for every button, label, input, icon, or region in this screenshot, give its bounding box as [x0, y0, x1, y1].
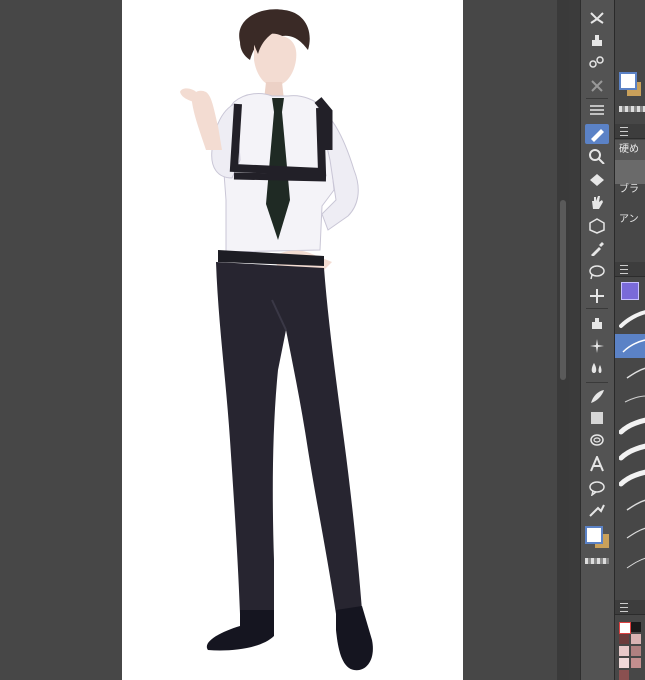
- transparent-color-chip[interactable]: [585, 558, 609, 564]
- text-icon[interactable]: [585, 454, 609, 474]
- ruler-icon[interactable]: [585, 500, 609, 520]
- character-illustration: [180, 9, 373, 671]
- brush-group-label: 硬め: [619, 144, 639, 155]
- object-icon[interactable]: [585, 216, 609, 236]
- brush-stroke-4[interactable]: [619, 388, 645, 410]
- brush-stroke-9[interactable]: [619, 522, 645, 544]
- palette-swatch[interactable]: [619, 634, 629, 644]
- spiral-icon[interactable]: [585, 430, 609, 450]
- brush-stroke-1[interactable]: [619, 308, 645, 330]
- panel-main-color[interactable]: [619, 72, 637, 90]
- sub-tool-figure-icon[interactable]: [585, 30, 609, 50]
- brush-size-label: ブラ: [619, 184, 639, 195]
- speech-balloon-icon[interactable]: [585, 478, 609, 498]
- airbrush-icon[interactable]: [585, 312, 609, 332]
- palette-swatch[interactable]: [631, 646, 641, 656]
- brush-stroke-5[interactable]: [619, 414, 645, 436]
- illustration-canvas[interactable]: [122, 0, 463, 680]
- brush-list-tab[interactable]: [615, 262, 645, 277]
- deco-icon[interactable]: [585, 52, 609, 72]
- feather-icon[interactable]: [585, 386, 609, 406]
- brush-stroke-7[interactable]: [619, 466, 645, 488]
- brush-group-header[interactable]: 硬め: [615, 140, 645, 160]
- brush-stroke-10[interactable]: [619, 550, 645, 572]
- palette-tab[interactable]: [615, 600, 645, 615]
- zoom-icon[interactable]: [585, 146, 609, 166]
- move-icon[interactable]: [585, 286, 609, 306]
- fill-icon[interactable]: [585, 170, 609, 190]
- brush-stroke-3[interactable]: [619, 362, 645, 384]
- brush-preview: [615, 160, 645, 184]
- brush-stroke-6[interactable]: [619, 440, 645, 462]
- sub-tool-panel-tab[interactable]: [615, 124, 645, 139]
- vertical-scrollbar[interactable]: [557, 0, 569, 680]
- hand-icon[interactable]: [585, 192, 609, 212]
- eyedropper-icon[interactable]: [585, 238, 609, 258]
- water-drops-icon[interactable]: [585, 358, 609, 378]
- lasso-icon[interactable]: [585, 262, 609, 282]
- palette-swatch[interactable]: [619, 670, 629, 680]
- panel-transparent-chip[interactable]: [619, 106, 645, 112]
- palette-swatch[interactable]: [631, 634, 641, 644]
- scrollbar-thumb[interactable]: [560, 200, 566, 380]
- menu-lines-icon[interactable]: [585, 100, 609, 120]
- sub-tool-airbrush-icon[interactable]: [585, 8, 609, 28]
- pen-icon[interactable]: [585, 124, 609, 144]
- palette-swatch[interactable]: [631, 658, 641, 668]
- right-panel-column: 硬め ブラ アン: [614, 0, 645, 680]
- gradient-icon[interactable]: [585, 408, 609, 428]
- palette-swatch[interactable]: [619, 622, 631, 634]
- palette-swatch[interactable]: [619, 646, 629, 656]
- brush-list-header[interactable]: [615, 280, 645, 302]
- palette-swatch[interactable]: [631, 622, 641, 632]
- main-color-chip[interactable]: [585, 526, 603, 544]
- palette-swatch[interactable]: [619, 658, 629, 668]
- tool-bar: [580, 0, 615, 680]
- blend-icon[interactable]: [585, 76, 609, 96]
- canvas-workspace[interactable]: [0, 0, 558, 680]
- antialias-label: アン: [619, 214, 639, 225]
- pen-category-icon: [621, 282, 639, 300]
- sparkle-icon[interactable]: [585, 336, 609, 356]
- brush-stroke-8[interactable]: [619, 494, 645, 516]
- brush-stroke-2-selected[interactable]: [615, 334, 645, 358]
- color-palette: [615, 618, 645, 680]
